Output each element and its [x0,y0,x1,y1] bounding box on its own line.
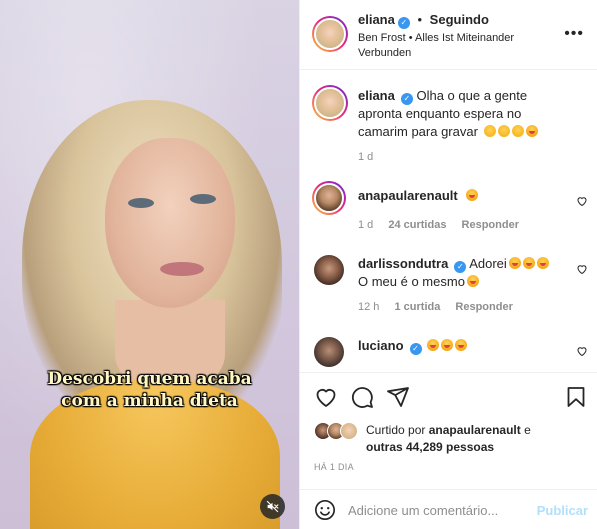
comment-likes-count[interactable]: 24 curtidas [388,219,446,231]
comment-text-line-2: O meu é o mesmo [358,274,465,289]
reply-button[interactable]: Responder [462,219,519,231]
comment-time[interactable]: 12 h [358,301,379,313]
bookmark-icon[interactable] [564,385,588,409]
verified-icon: ✓ [409,343,422,355]
reply-button[interactable]: Responder [455,301,512,313]
caption-time[interactable]: 1 d [358,151,373,163]
caption-meta: 1 d [358,151,385,163]
video-subject-lips [160,262,204,276]
commenter-avatar-image [314,337,344,367]
video-subject-eye [128,198,154,208]
post-header: eliana ✓ • Seguindo Ben Frost • Alles Ist… [300,0,597,70]
laughing-emoji-icon [441,339,454,351]
comment-time[interactable]: 1 d [358,219,373,231]
comment-item: darlissondutra ✓ Adorei O meu é o mesmo 1… [300,253,597,323]
heart-icon[interactable] [576,195,588,207]
laughing-emoji-icon [466,189,479,201]
following-button[interactable]: Seguindo [430,12,489,27]
caption-author-avatar-image [314,87,346,119]
laughing-emoji-icon [525,125,538,137]
heart-icon[interactable] [576,345,588,357]
comment-input[interactable] [348,498,528,522]
smiling-emoji-icon [483,125,496,137]
caption-text-block: eliana ✓ Olha o que a gente apronta enqua… [358,87,568,141]
comment-meta: 12 h 1 curtida Responder [358,301,525,313]
laughing-emoji-icon [455,339,468,351]
commenter-avatar-image [314,183,344,213]
video-subject-face [105,138,235,308]
likes-user-link[interactable]: anapaularenault [429,423,521,437]
commenter-avatar[interactable] [314,337,344,367]
comment-text-block: anapaularenault [358,187,568,205]
author-username[interactable]: eliana [358,12,395,27]
more-options-icon[interactable]: ••• [564,26,584,42]
liker-avatar [340,422,358,440]
post-time-ago[interactable]: HÁ 1 DIA [314,462,354,472]
publish-button[interactable]: Publicar [537,503,588,518]
post-video[interactable]: Descobri quem acaba com a minha dieta [0,0,299,529]
verified-icon: ✓ [454,261,467,273]
post-action-bar [300,372,597,420]
video-text-overlay: Descobri quem acaba com a minha dieta [0,368,299,412]
author-avatar-image [314,18,346,50]
comment-username[interactable]: luciano [358,338,404,353]
header-title-row: eliana ✓ • Seguindo [358,12,489,29]
laughing-emoji-icon [536,257,549,269]
comments-list[interactable]: eliana ✓ Olha o que a gente apronta enqua… [300,71,597,371]
commenter-avatar-image [314,255,344,285]
header-separator: • [417,12,423,27]
comment-text-block: luciano ✓ [358,337,568,355]
smiling-emoji-icon [511,125,524,137]
comment-icon[interactable] [350,385,374,409]
comment-item: luciano ✓ [300,335,597,371]
likers-avatar-stack[interactable] [314,422,362,442]
laughing-emoji-icon [466,275,479,287]
comment-text: Adorei [469,256,507,271]
post-sidebar: eliana ✓ • Seguindo Ben Frost • Alles Ist… [299,0,597,529]
likes-conjunction: e [524,423,531,437]
author-avatar[interactable] [312,16,348,52]
video-text-line-2: com a minha dieta [61,391,238,411]
laughing-emoji-icon [508,257,521,269]
commenter-avatar[interactable] [314,255,344,285]
laughing-emoji-icon [522,257,535,269]
caption-username[interactable]: eliana [358,88,395,103]
mute-toggle-button[interactable] [260,494,285,519]
commenter-avatar[interactable] [312,181,346,215]
emoji-icon[interactable] [314,499,336,521]
comment-item: anapaularenault 1 d 24 curtidas Responde… [300,181,597,241]
comment-likes-count[interactable]: 1 curtida [394,301,440,313]
caption-author-avatar[interactable] [312,85,348,121]
audio-track-link[interactable]: Ben Frost • Alles Ist Miteinander Verbun… [358,31,548,61]
comment-username[interactable]: anapaularenault [358,188,458,203]
smiling-emoji-icon [497,125,510,137]
likes-others-link[interactable]: outras 44,289 pessoas [366,440,494,454]
muted-audio-icon [266,500,279,513]
likes-prefix: Curtido por [366,423,426,437]
heart-icon[interactable] [314,385,338,409]
video-subject-eye [190,194,216,204]
comment-username[interactable]: darlissondutra [358,256,448,271]
likes-text: Curtido por anapaularenault e outras 44,… [366,422,596,456]
heart-icon[interactable] [576,263,588,275]
comment-composer: Publicar [300,489,597,529]
verified-icon: ✓ [397,17,410,29]
instagram-post-modal: Descobri quem acaba com a minha dieta el… [0,0,597,529]
likes-summary: Curtido por anapaularenault e outras 44,… [314,420,594,456]
comment-text-block: darlissondutra ✓ Adorei O meu é o mesmo [358,255,568,291]
share-icon[interactable] [386,385,410,409]
verified-icon: ✓ [400,93,413,105]
laughing-emoji-icon [427,339,440,351]
comment-meta: 1 d 24 curtidas Responder [358,219,531,231]
video-text-line-1: Descobri quem acaba [47,369,252,389]
caption-comment: eliana ✓ Olha o que a gente apronta enqua… [300,85,597,165]
